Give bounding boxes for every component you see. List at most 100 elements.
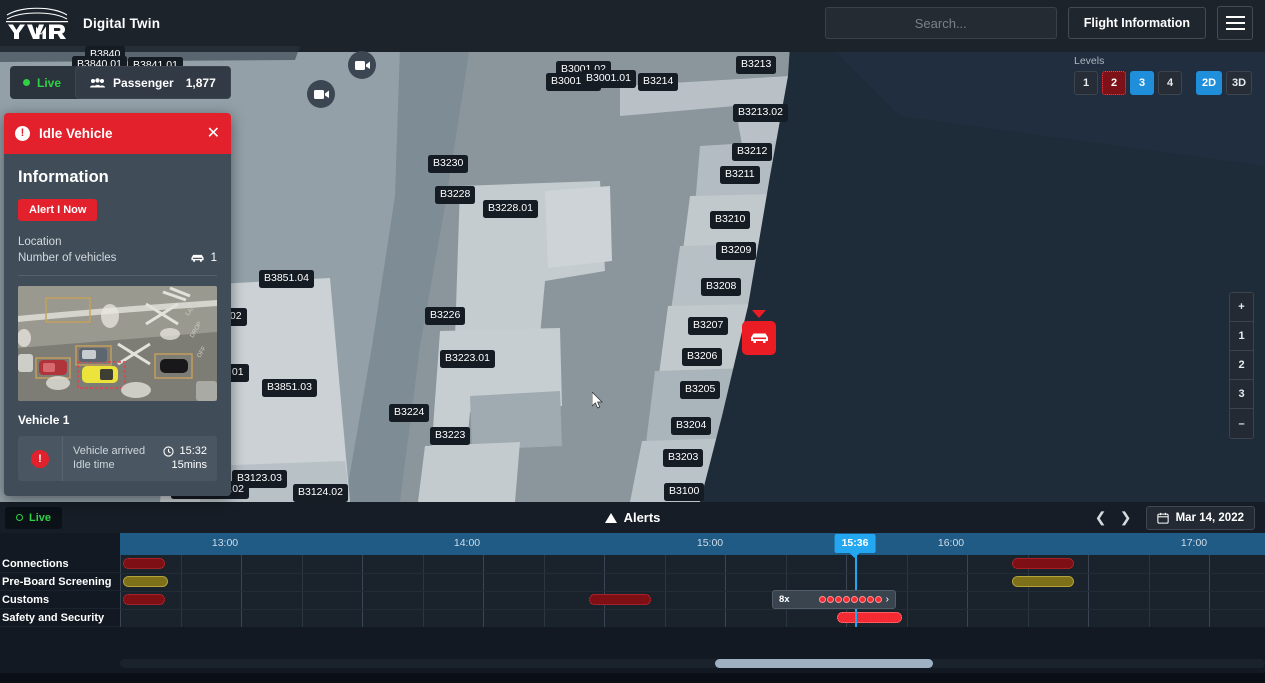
search-input[interactable]	[825, 7, 1057, 39]
timeline-live-toggle[interactable]: Live	[5, 507, 62, 529]
close-icon[interactable]: ✕	[207, 126, 220, 142]
map-label[interactable]: B3211	[720, 166, 760, 184]
map-label[interactable]: B3223	[430, 427, 470, 445]
passenger-counter[interactable]: Passenger 1,877	[75, 66, 231, 99]
timeline-time-axis[interactable]: 13:0014:0015:0016:0017:0015:36	[120, 533, 1265, 555]
timeline-live-label: Live	[29, 512, 51, 524]
map-label[interactable]: B3851.03	[262, 379, 317, 397]
alerts-toolbar: Live Alerts ❮ ❯ Mar 14, 2022	[0, 502, 1265, 533]
timeline-alert-bar[interactable]	[123, 576, 168, 587]
map-label[interactable]: B3124.02	[293, 484, 348, 502]
level-button-3[interactable]: 3	[1130, 71, 1154, 95]
view-button-3d[interactable]: 3D	[1226, 71, 1252, 95]
map-label[interactable]: B3214	[638, 73, 678, 91]
zoom-out-button[interactable]: –	[1230, 409, 1253, 438]
map-label[interactable]: B3208	[701, 278, 741, 296]
timeline-alert-bar[interactable]	[837, 612, 902, 623]
live-toggle[interactable]: Live	[10, 66, 79, 99]
map-label[interactable]: B3223.01	[440, 350, 495, 368]
vehicle-arrived-time: 15:32	[179, 445, 207, 457]
timeline-scrollbar[interactable]	[120, 659, 1265, 668]
map-label[interactable]: B3226	[425, 307, 465, 325]
chevron-right-icon[interactable]: ❯	[1115, 507, 1137, 529]
clock-icon	[163, 446, 174, 457]
yvr-logo	[0, 0, 68, 46]
alert-now-button[interactable]: Alert I Now	[18, 199, 97, 221]
timeline-tick-label: 13:00	[212, 537, 238, 549]
flight-information-label: Flight Information	[1084, 16, 1190, 30]
vehicle-arrived-label: Vehicle arrived	[73, 445, 145, 457]
map-label[interactable]: B3213	[736, 56, 776, 74]
zoom-level-3-button[interactable]: 3	[1230, 380, 1253, 409]
cluster-dot	[835, 596, 842, 603]
selected-date: Mar 14, 2022	[1176, 512, 1244, 524]
map-label[interactable]: B3205	[680, 381, 720, 399]
vehicle-count-row: Number of vehicles 1	[18, 250, 217, 266]
map-label[interactable]: B3228	[435, 186, 475, 204]
map-label[interactable]: B3207	[688, 317, 728, 335]
levels-spacer	[1186, 71, 1192, 95]
map-zoom-controls: + 1 2 3 –	[1229, 292, 1254, 439]
alert-pin-icon: !	[31, 450, 49, 468]
chevron-left-icon[interactable]: ❮	[1090, 507, 1112, 529]
timeline-alert-bar[interactable]	[1012, 576, 1074, 587]
timeline-grid[interactable]: 8x ›	[120, 555, 1265, 627]
zoom-in-button[interactable]: +	[1230, 293, 1253, 322]
yvr-logo-icon	[6, 6, 68, 40]
hamburger-menu-icon[interactable]	[1217, 6, 1253, 40]
level-button-1[interactable]: 1	[1074, 71, 1098, 95]
timeline-row-divider	[120, 609, 1265, 610]
timeline-tick-label: 15:00	[697, 537, 723, 549]
map-label[interactable]: B3212	[732, 143, 772, 161]
level-button-2[interactable]: 2	[1102, 71, 1126, 95]
timeline-alert-bar[interactable]	[1012, 558, 1074, 569]
cluster-expand-icon[interactable]: ›	[886, 594, 889, 605]
map-label[interactable]: B3209	[716, 242, 756, 260]
map-label[interactable]: B3001.01	[581, 70, 636, 88]
camera-icon[interactable]	[348, 51, 376, 79]
cluster-count-label: 8x	[779, 594, 790, 605]
vehicle-camera-thumbnail[interactable]: LANE DROP OFF	[18, 286, 217, 401]
view-button-2d[interactable]: 2D	[1196, 71, 1222, 95]
map-status-bar: Live Passenger 1,877	[10, 66, 231, 99]
timeline-alert-bar[interactable]	[123, 594, 165, 605]
zoom-level-1-button[interactable]: 1	[1230, 322, 1253, 351]
zoom-level-2-button[interactable]: 2	[1230, 351, 1253, 380]
date-picker-button[interactable]: Mar 14, 2022	[1146, 506, 1255, 530]
level-button-4[interactable]: 4	[1158, 71, 1182, 95]
alerts-label: Alerts	[624, 510, 661, 525]
timeline-scrollbar-thumb[interactable]	[715, 659, 933, 668]
timeline-tick-label: 14:00	[454, 537, 480, 549]
alerts-title-group: Alerts	[553, 510, 713, 525]
live-ring-icon	[16, 514, 23, 521]
levels-buttons: 1 2 3 4 2D 3D	[1074, 71, 1252, 95]
timeline-playhead-badge[interactable]: 15:36	[835, 534, 876, 553]
vehicle-count-value-group: 1	[190, 252, 217, 264]
map-label[interactable]: B3228.01	[483, 200, 538, 218]
camera-glyph	[314, 89, 329, 100]
timeline-alert-bar[interactable]	[123, 558, 165, 569]
cluster-dot	[859, 596, 866, 603]
map-label[interactable]: B3203	[663, 449, 703, 467]
timeline-alert-bar[interactable]	[589, 594, 651, 605]
idle-time-label: Idle time	[73, 459, 115, 471]
map-label[interactable]: B3851.04	[259, 270, 314, 288]
map-label[interactable]: B3210	[710, 211, 750, 229]
car-icon	[190, 253, 205, 264]
map-label[interactable]: B3100	[664, 483, 704, 501]
info-panel-header: ! Idle Vehicle ✕	[4, 113, 231, 154]
passenger-count: 1,877	[186, 76, 216, 90]
map-label[interactable]: B3206	[682, 348, 722, 366]
alerts-timeline[interactable]: 13:0014:0015:0016:0017:0015:36 Connectio…	[0, 533, 1265, 683]
map-label[interactable]: B3213.02	[733, 104, 788, 122]
timeline-row-divider	[120, 591, 1265, 592]
map-label[interactable]: B3204	[671, 417, 711, 435]
idle-time-row: Idle time 15mins	[73, 458, 207, 472]
timeline-alert-cluster[interactable]: 8x ›	[772, 590, 896, 609]
vehicle-alert-marker[interactable]	[742, 310, 776, 355]
map-label[interactable]: B3224	[389, 404, 429, 422]
flight-information-button[interactable]: Flight Information	[1068, 7, 1206, 39]
levels-label: Levels	[1074, 55, 1252, 67]
map-label[interactable]: B3230	[428, 155, 468, 173]
camera-icon[interactable]	[307, 80, 335, 108]
